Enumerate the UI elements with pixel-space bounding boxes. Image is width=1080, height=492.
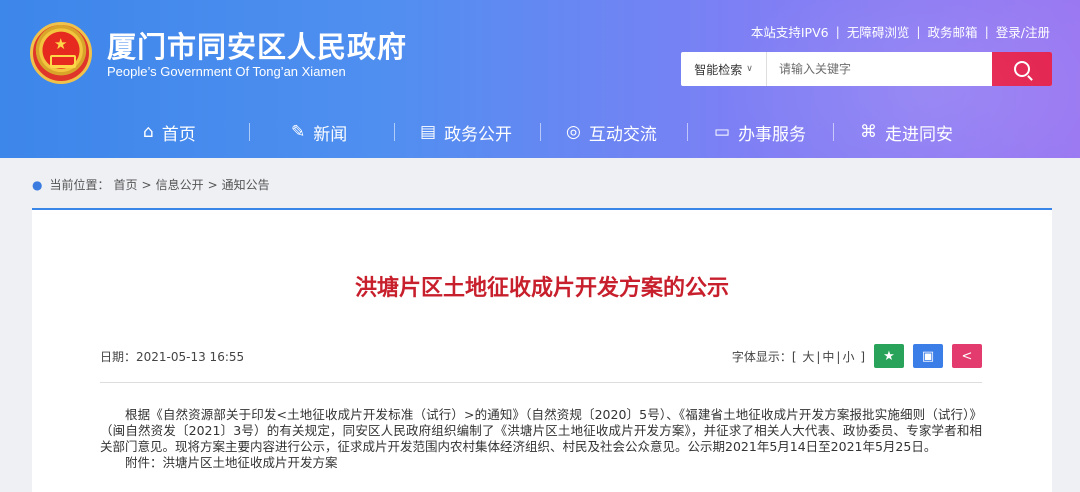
nav-separator xyxy=(687,123,688,141)
font-size-large[interactable]: 大 xyxy=(802,350,814,364)
link-separator: | xyxy=(984,24,989,39)
site-header: ★ 厦门市同安区人民政府 People’s Government Of Tong… xyxy=(0,0,1080,158)
site-subtitle: People’s Government Of Tong’an Xiamen xyxy=(107,64,346,79)
font-size-medium[interactable]: 中 xyxy=(822,350,834,364)
nav-item-label: 走进同安 xyxy=(885,124,953,145)
article-title: 洪塘片区土地征收成片开发方案的公示 xyxy=(354,276,729,301)
breadcrumb-home-link[interactable]: 首页 xyxy=(114,176,138,193)
accessibility-link[interactable]: 无障碍浏览 xyxy=(847,22,910,41)
article-date: 日期：2021-05-13 16:55 xyxy=(100,349,245,364)
building-icon: ⌘ xyxy=(860,121,877,142)
breadcrumb-prefix: 当前位置： xyxy=(49,178,110,192)
national-emblem-logo: ★ xyxy=(30,22,92,84)
breadcrumb-notice-link[interactable]: 通知公告 xyxy=(222,176,270,193)
nav-item-about-tongan[interactable]: ⌘ 走进同安 xyxy=(860,110,953,154)
login-register-link[interactable]: 登录/注册 xyxy=(996,22,1050,41)
star-icon: ★ xyxy=(883,348,895,364)
site-title: 厦门市同安区人民政府 xyxy=(107,30,408,64)
article-panel: 洪塘片区土地征收成片开发方案的公示 日期：2021-05-13 16:55 字体… xyxy=(32,208,1052,492)
link-separator: | xyxy=(916,24,921,39)
font-size-small[interactable]: 小 xyxy=(842,350,854,364)
nav-item-gov-affairs[interactable]: ▤ 政务公开 xyxy=(420,110,512,154)
search-box: 智能检索 ∨ xyxy=(681,52,1052,86)
breadcrumb-separator: > xyxy=(141,177,152,192)
favorite-button[interactable]: ★ xyxy=(874,344,904,368)
font-size-end: ] xyxy=(860,349,865,364)
nav-item-label: 互动交流 xyxy=(588,124,657,145)
nav-item-home[interactable]: ⌂ 首页 xyxy=(143,110,196,154)
nav-item-interaction[interactable]: ◎ 互动交流 xyxy=(566,110,657,154)
article-tools: 字体显示：[ 大 | 中 | 小 ] ★ ▣ < xyxy=(732,344,982,368)
print-icon: ▣ xyxy=(921,348,935,364)
nav-item-label: 办事服务 xyxy=(738,124,807,145)
share-button[interactable]: < xyxy=(952,344,982,368)
location-pin-icon: ● xyxy=(32,177,43,192)
search-input[interactable] xyxy=(767,52,992,86)
print-button[interactable]: ▣ xyxy=(913,344,943,368)
link-separator: | xyxy=(835,24,840,39)
share-icon: < xyxy=(961,348,973,364)
font-size-controls: 字体显示：[ 大 | 中 | 小 ] xyxy=(731,349,865,364)
chat-icon: ◎ xyxy=(566,121,581,142)
nav-separator xyxy=(833,123,834,141)
breadcrumb-separator: > xyxy=(207,177,218,192)
article-body: 根据《自然资源部关于印发<土地征收成片开发标准（试行）>的通知》（自然资规〔20… xyxy=(100,407,982,471)
nav-item-services[interactable]: ▭ 办事服务 xyxy=(714,110,806,154)
monitor-icon: ▭ xyxy=(714,121,731,142)
news-icon: ✎ xyxy=(291,121,306,142)
meta-divider xyxy=(100,382,982,383)
home-icon: ⌂ xyxy=(143,121,154,142)
article-meta: 日期：2021-05-13 16:55 字体显示：[ 大 | 中 | 小 ] ★ ▣ < xyxy=(100,343,982,369)
nav-separator xyxy=(540,123,541,141)
nav-item-label: 新闻 xyxy=(313,124,348,145)
font-size-label: 字体显示：[ xyxy=(731,349,797,364)
ipv6-link[interactable]: 本站支持IPV6 xyxy=(751,22,829,41)
nav-item-label: 首页 xyxy=(161,124,196,145)
breadcrumb-info-link[interactable]: 信息公开 xyxy=(156,176,204,193)
article-attachment[interactable]: 附件：洪塘片区土地征收成片开发方案 xyxy=(100,455,982,471)
document-icon: ▤ xyxy=(420,121,437,142)
top-links: 本站支持IPV6 | 无障碍浏览 | 政务邮箱 | 登录/注册 xyxy=(751,22,1050,41)
nav-separator xyxy=(394,123,395,141)
main-nav: ⌂ 首页 ✎ 新闻 ▤ 政务公开 ◎ 互动交流 ▭ 办事服务 ⌘ 走进同安 xyxy=(0,110,1080,154)
gov-mail-link[interactable]: 政务邮箱 xyxy=(928,22,978,41)
chevron-down-icon: ∨ xyxy=(746,64,753,74)
search-button[interactable] xyxy=(992,52,1052,86)
search-category-select[interactable]: 智能检索 ∨ xyxy=(681,52,767,86)
breadcrumb: ● 当前位置： 首页 > 信息公开 > 通知公告 xyxy=(32,176,270,193)
search-category-label: 智能检索 xyxy=(694,62,743,77)
search-icon xyxy=(1014,61,1030,77)
article-paragraph: 根据《自然资源部关于印发<土地征收成片开发标准（试行）>的通知》（自然资规〔20… xyxy=(100,407,982,454)
nav-item-label: 政务公开 xyxy=(444,124,513,145)
nav-separator xyxy=(249,123,250,141)
nav-item-news[interactable]: ✎ 新闻 xyxy=(291,110,347,154)
